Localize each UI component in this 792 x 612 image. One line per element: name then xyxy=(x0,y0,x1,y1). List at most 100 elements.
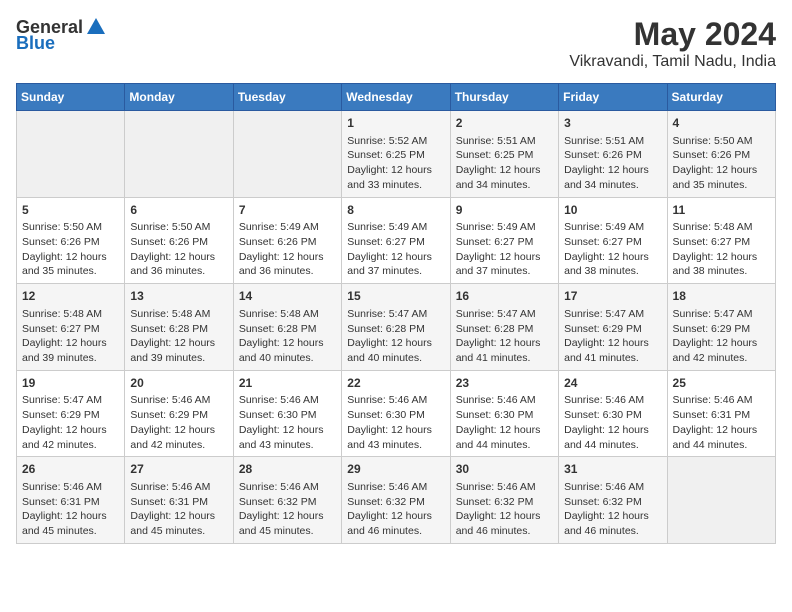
day-info: Sunset: 6:27 PM xyxy=(673,235,770,250)
calendar-cell xyxy=(667,457,775,544)
day-info: and 37 minutes. xyxy=(347,264,444,279)
day-info: and 38 minutes. xyxy=(564,264,661,279)
day-number: 16 xyxy=(456,288,553,305)
calendar-cell: 24Sunrise: 5:46 AMSunset: 6:30 PMDayligh… xyxy=(559,370,667,457)
day-number: 11 xyxy=(673,202,770,219)
day-info: and 42 minutes. xyxy=(673,351,770,366)
day-info: Sunrise: 5:46 AM xyxy=(564,480,661,495)
day-number: 10 xyxy=(564,202,661,219)
calendar-header-wednesday: Wednesday xyxy=(342,84,450,111)
day-info: Sunrise: 5:47 AM xyxy=(564,307,661,322)
day-info: Sunset: 6:28 PM xyxy=(347,322,444,337)
day-info: and 45 minutes. xyxy=(239,524,336,539)
day-info: and 40 minutes. xyxy=(347,351,444,366)
day-info: and 46 minutes. xyxy=(564,524,661,539)
day-info: Daylight: 12 hours xyxy=(347,163,444,178)
day-info: Daylight: 12 hours xyxy=(673,336,770,351)
day-info: and 46 minutes. xyxy=(456,524,553,539)
calendar-cell: 20Sunrise: 5:46 AMSunset: 6:29 PMDayligh… xyxy=(125,370,233,457)
day-info: Sunrise: 5:46 AM xyxy=(347,480,444,495)
day-info: Sunrise: 5:46 AM xyxy=(456,393,553,408)
day-info: and 43 minutes. xyxy=(347,438,444,453)
day-info: and 43 minutes. xyxy=(239,438,336,453)
day-info: and 45 minutes. xyxy=(130,524,227,539)
calendar-table: SundayMondayTuesdayWednesdayThursdayFrid… xyxy=(16,83,776,544)
day-number: 25 xyxy=(673,375,770,392)
day-info: and 42 minutes. xyxy=(22,438,119,453)
calendar-cell: 10Sunrise: 5:49 AMSunset: 6:27 PMDayligh… xyxy=(559,197,667,284)
calendar-week-2: 5 Sunrise: 5:50 AM Sunset: 6:26 PM Daylight… xyxy=(17,197,776,284)
day-info: and 41 minutes. xyxy=(564,351,661,366)
calendar-week-4: 19Sunrise: 5:47 AMSunset: 6:29 PMDayligh… xyxy=(17,370,776,457)
day-number: 7 xyxy=(239,202,336,219)
day-number: 22 xyxy=(347,375,444,392)
main-title: May 2024 xyxy=(569,16,776,53)
calendar-cell: 2Sunrise: 5:51 AMSunset: 6:25 PMDaylight… xyxy=(450,111,558,198)
day-number: 23 xyxy=(456,375,553,392)
day-info: Sunrise: 5:49 AM xyxy=(239,220,336,235)
day-info: Daylight: 12 hours xyxy=(347,250,444,265)
day-info: Daylight: 12 hours xyxy=(239,250,336,265)
day-info: Sunset: 6:26 PM xyxy=(22,235,119,250)
calendar-cell: 14Sunrise: 5:48 AMSunset: 6:28 PMDayligh… xyxy=(233,284,341,371)
calendar-cell: 8Sunrise: 5:49 AMSunset: 6:27 PMDaylight… xyxy=(342,197,450,284)
calendar-cell: 22Sunrise: 5:46 AMSunset: 6:30 PMDayligh… xyxy=(342,370,450,457)
day-info: Sunrise: 5:48 AM xyxy=(130,307,227,322)
day-info: Daylight: 12 hours xyxy=(347,509,444,524)
day-info: Daylight: 12 hours xyxy=(130,250,227,265)
calendar-week-5: 26Sunrise: 5:46 AMSunset: 6:31 PMDayligh… xyxy=(17,457,776,544)
day-info: Sunrise: 5:47 AM xyxy=(347,307,444,322)
day-info: Sunrise: 5:46 AM xyxy=(347,393,444,408)
calendar-cell: 18Sunrise: 5:47 AMSunset: 6:29 PMDayligh… xyxy=(667,284,775,371)
calendar-week-1: 1Sunrise: 5:52 AMSunset: 6:25 PMDaylight… xyxy=(17,111,776,198)
day-info: Daylight: 12 hours xyxy=(22,336,119,351)
calendar-cell: 26Sunrise: 5:46 AMSunset: 6:31 PMDayligh… xyxy=(17,457,125,544)
logo-blue-text: Blue xyxy=(16,34,55,52)
day-info: and 42 minutes. xyxy=(130,438,227,453)
day-info: Daylight: 12 hours xyxy=(130,336,227,351)
day-info: Sunset: 6:30 PM xyxy=(564,408,661,423)
page-header: General Blue May 2024 Vikravandi, Tamil … xyxy=(16,16,776,71)
day-info: and 37 minutes. xyxy=(456,264,553,279)
day-info: Sunrise: 5:50 AM xyxy=(130,220,227,235)
day-number: 3 xyxy=(564,115,661,132)
day-info: and 36 minutes. xyxy=(130,264,227,279)
calendar-cell: 19Sunrise: 5:47 AMSunset: 6:29 PMDayligh… xyxy=(17,370,125,457)
day-info: and 34 minutes. xyxy=(564,178,661,193)
day-info: Daylight: 12 hours xyxy=(130,423,227,438)
calendar-week-3: 12Sunrise: 5:48 AMSunset: 6:27 PMDayligh… xyxy=(17,284,776,371)
day-number: 21 xyxy=(239,375,336,392)
day-info: Sunrise: 5:46 AM xyxy=(130,480,227,495)
calendar-cell: 31Sunrise: 5:46 AMSunset: 6:32 PMDayligh… xyxy=(559,457,667,544)
day-number: 8 xyxy=(347,202,444,219)
day-info: Sunrise: 5:46 AM xyxy=(130,393,227,408)
day-info: Sunrise: 5:47 AM xyxy=(456,307,553,322)
day-info: Sunset: 6:26 PM xyxy=(564,148,661,163)
day-info: Sunset: 6:31 PM xyxy=(130,495,227,510)
day-info: Daylight: 12 hours xyxy=(456,509,553,524)
calendar-cell: 6Sunrise: 5:50 AMSunset: 6:26 PMDaylight… xyxy=(125,197,233,284)
day-info: Sunset: 6:28 PM xyxy=(130,322,227,337)
calendar-cell: 15Sunrise: 5:47 AMSunset: 6:28 PMDayligh… xyxy=(342,284,450,371)
day-number: 4 xyxy=(673,115,770,132)
calendar-cell: 4Sunrise: 5:50 AMSunset: 6:26 PMDaylight… xyxy=(667,111,775,198)
day-info: and 40 minutes. xyxy=(239,351,336,366)
day-info: Sunset: 6:27 PM xyxy=(456,235,553,250)
day-number: 18 xyxy=(673,288,770,305)
day-number: 5 xyxy=(22,202,119,219)
day-info: Sunrise: 5:51 AM xyxy=(456,134,553,149)
day-info: Sunrise: 5:48 AM xyxy=(22,307,119,322)
calendar-cell xyxy=(17,111,125,198)
day-info: Daylight: 12 hours xyxy=(673,250,770,265)
day-number: 15 xyxy=(347,288,444,305)
calendar-cell: 16Sunrise: 5:47 AMSunset: 6:28 PMDayligh… xyxy=(450,284,558,371)
day-info: Daylight: 12 hours xyxy=(239,336,336,351)
day-info: Sunset: 6:28 PM xyxy=(239,322,336,337)
calendar-header-sunday: Sunday xyxy=(17,84,125,111)
day-info: Sunrise: 5:47 AM xyxy=(673,307,770,322)
day-info: and 39 minutes. xyxy=(130,351,227,366)
day-info: Sunset: 6:26 PM xyxy=(673,148,770,163)
day-number: 14 xyxy=(239,288,336,305)
day-info: Sunset: 6:31 PM xyxy=(22,495,119,510)
day-info: Sunrise: 5:46 AM xyxy=(564,393,661,408)
